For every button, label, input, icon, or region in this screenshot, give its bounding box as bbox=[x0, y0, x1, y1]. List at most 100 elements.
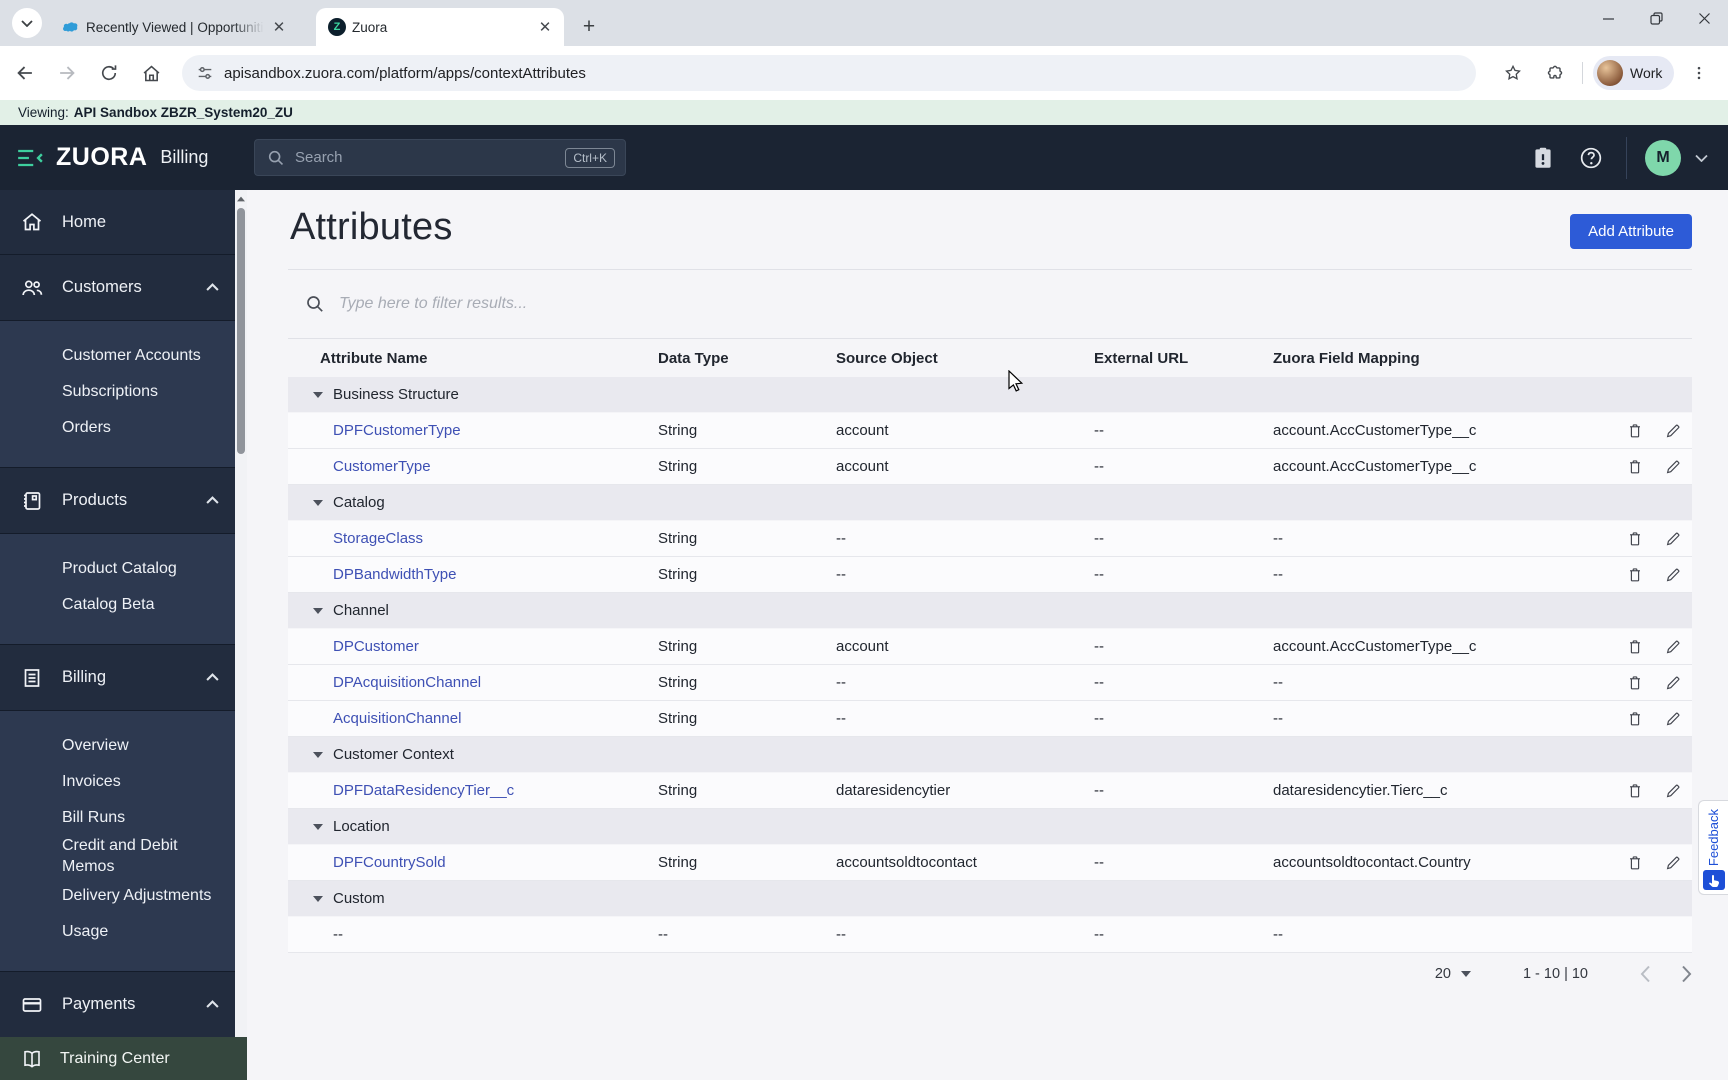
global-search-input[interactable]: Search Ctrl+K bbox=[254, 139, 626, 176]
sidebar-scrollbar[interactable] bbox=[235, 190, 247, 1037]
sidebar-item-bill-runs[interactable]: Bill Runs bbox=[0, 799, 235, 835]
data-type-cell: String bbox=[658, 422, 698, 439]
attribute-name-link[interactable]: CustomerType bbox=[333, 458, 431, 475]
group-row-business-structure[interactable]: Business Structure bbox=[288, 377, 1692, 413]
group-row-channel[interactable]: Channel bbox=[288, 593, 1692, 629]
sidebar-collapse-icon[interactable] bbox=[16, 147, 44, 169]
forward-icon[interactable] bbox=[50, 56, 84, 90]
collapse-triangle-icon[interactable] bbox=[313, 499, 323, 506]
close-tab-icon[interactable]: ✕ bbox=[270, 18, 288, 36]
edit-attribute-icon[interactable] bbox=[1664, 458, 1682, 476]
edit-attribute-icon[interactable] bbox=[1664, 566, 1682, 584]
next-page-icon[interactable] bbox=[1681, 965, 1692, 983]
edit-attribute-icon[interactable] bbox=[1664, 422, 1682, 440]
edit-attribute-icon[interactable] bbox=[1664, 710, 1682, 728]
edit-attribute-icon[interactable] bbox=[1664, 674, 1682, 692]
attribute-name-link[interactable]: DPBandwidthType bbox=[333, 566, 456, 583]
browser-tab-salesforce[interactable]: Recently Viewed | Opportunitie ✕ bbox=[50, 8, 298, 46]
sidebar-item-product-catalog[interactable]: Product Catalog bbox=[0, 550, 235, 586]
edit-attribute-icon[interactable] bbox=[1664, 782, 1682, 800]
attribute-name-link[interactable]: DPAcquisitionChannel bbox=[333, 674, 481, 691]
delete-attribute-icon[interactable] bbox=[1626, 854, 1644, 872]
browser-profile-button[interactable]: Work bbox=[1593, 56, 1675, 90]
group-row-location[interactable]: Location bbox=[288, 809, 1692, 845]
edit-attribute-icon[interactable] bbox=[1664, 530, 1682, 548]
edit-attribute-icon[interactable] bbox=[1664, 638, 1682, 656]
delete-attribute-icon[interactable] bbox=[1626, 638, 1644, 656]
sidebar-item-billing[interactable]: Billing bbox=[0, 644, 235, 710]
address-bar[interactable]: apisandbox.zuora.com/platform/apps/conte… bbox=[182, 55, 1476, 91]
user-avatar[interactable]: M bbox=[1645, 139, 1681, 176]
collapse-triangle-icon[interactable] bbox=[313, 607, 323, 614]
external-url-cell: -- bbox=[1094, 674, 1104, 691]
collapse-triangle-icon[interactable] bbox=[313, 391, 323, 398]
group-row-custom[interactable]: Custom bbox=[288, 881, 1692, 917]
close-window-icon[interactable] bbox=[1680, 0, 1728, 36]
browser-menu-icon[interactable] bbox=[1682, 56, 1716, 90]
sidebar-item-payments[interactable]: Payments bbox=[0, 971, 235, 1037]
sidebar-item-delivery-adjustments[interactable]: Delivery Adjustments bbox=[0, 877, 235, 913]
sidebar-item-home[interactable]: Home bbox=[0, 190, 235, 254]
collapse-triangle-icon[interactable] bbox=[313, 895, 323, 902]
table-row: DPFCountrySold String accountsoldtocontact… bbox=[288, 845, 1692, 881]
delete-attribute-icon[interactable] bbox=[1626, 782, 1644, 800]
sidebar-item-invoices[interactable]: Invoices bbox=[0, 763, 235, 799]
user-menu-caret-icon[interactable] bbox=[1695, 154, 1708, 162]
previous-page-icon[interactable] bbox=[1640, 965, 1651, 983]
source-object-cell: account bbox=[836, 422, 889, 439]
sidebar-item-customers[interactable]: Customers bbox=[0, 254, 235, 320]
sidebar-item-orders[interactable]: Orders bbox=[0, 409, 235, 445]
add-attribute-button[interactable]: Add Attribute bbox=[1570, 214, 1692, 249]
group-row-customer-context[interactable]: Customer Context bbox=[288, 737, 1692, 773]
reload-icon[interactable] bbox=[92, 56, 126, 90]
sidebar-item-overview[interactable]: Overview bbox=[0, 727, 235, 763]
sidebar-item-products[interactable]: Products bbox=[0, 467, 235, 533]
scrollbar-thumb[interactable] bbox=[237, 208, 245, 454]
delete-attribute-icon[interactable] bbox=[1626, 422, 1644, 440]
feedback-widget[interactable]: Feedback bbox=[1698, 800, 1728, 895]
restore-window-icon[interactable] bbox=[1632, 0, 1680, 36]
filter-placeholder: Type here to filter results... bbox=[339, 295, 528, 312]
sidebar-item-catalog-beta[interactable]: Catalog Beta bbox=[0, 586, 235, 622]
sidebar-item-usage[interactable]: Usage bbox=[0, 913, 235, 949]
close-tab-icon[interactable]: ✕ bbox=[536, 18, 554, 36]
filter-bar[interactable]: Type here to filter results... bbox=[288, 270, 1692, 339]
group-row-catalog[interactable]: Catalog bbox=[288, 485, 1692, 521]
attribute-name-link[interactable]: StorageClass bbox=[333, 530, 423, 547]
minimize-window-icon[interactable] bbox=[1584, 0, 1632, 36]
attribute-name-link[interactable]: AcquisitionChannel bbox=[333, 710, 461, 727]
release-notes-icon[interactable] bbox=[1530, 145, 1556, 171]
page-size-select[interactable]: 20 bbox=[1435, 966, 1471, 982]
attribute-name-link[interactable]: DPFDataResidencyTier__c bbox=[333, 782, 514, 799]
tab-search-button[interactable] bbox=[12, 8, 42, 38]
collapse-triangle-icon[interactable] bbox=[313, 823, 323, 830]
help-icon[interactable] bbox=[1578, 145, 1604, 171]
site-info-icon[interactable] bbox=[196, 64, 214, 82]
home-icon[interactable] bbox=[134, 56, 168, 90]
edit-attribute-icon[interactable] bbox=[1664, 854, 1682, 872]
training-center-label: Training Center bbox=[60, 1049, 170, 1067]
toolbar-right: Work bbox=[1488, 56, 1722, 90]
attribute-name-link[interactable]: DPCustomer bbox=[333, 638, 419, 655]
delete-attribute-icon[interactable] bbox=[1626, 674, 1644, 692]
delete-attribute-icon[interactable] bbox=[1626, 458, 1644, 476]
sidebar-item-subscriptions[interactable]: Subscriptions bbox=[0, 373, 235, 409]
source-object-cell: dataresidencytier bbox=[836, 782, 951, 799]
bookmark-star-icon[interactable] bbox=[1496, 56, 1530, 90]
browser-tab-zuora[interactable]: Z Zuora ✕ bbox=[316, 8, 564, 46]
delete-attribute-icon[interactable] bbox=[1626, 710, 1644, 728]
sidebar-item-credit-and-debit-memos[interactable]: Credit and Debit Memos bbox=[0, 835, 235, 877]
env-banner-value: API Sandbox ZBZR_System20_ZU bbox=[73, 105, 293, 120]
collapse-triangle-icon[interactable] bbox=[313, 751, 323, 758]
attribute-name-link[interactable]: DPFCountrySold bbox=[333, 854, 446, 871]
product-name: Billing bbox=[160, 147, 209, 167]
attribute-name-link[interactable]: DPFCustomerType bbox=[333, 422, 461, 439]
sidebar-item-customer-accounts[interactable]: Customer Accounts bbox=[0, 337, 235, 373]
delete-attribute-icon[interactable] bbox=[1626, 566, 1644, 584]
new-tab-button[interactable]: + bbox=[574, 12, 604, 42]
sidebar-item-training-center[interactable]: Training Center bbox=[0, 1037, 251, 1080]
extensions-puzzle-icon[interactable] bbox=[1538, 56, 1572, 90]
delete-attribute-icon[interactable] bbox=[1626, 530, 1644, 548]
back-icon[interactable] bbox=[8, 56, 42, 90]
scroll-up-arrow-icon[interactable] bbox=[237, 195, 245, 203]
